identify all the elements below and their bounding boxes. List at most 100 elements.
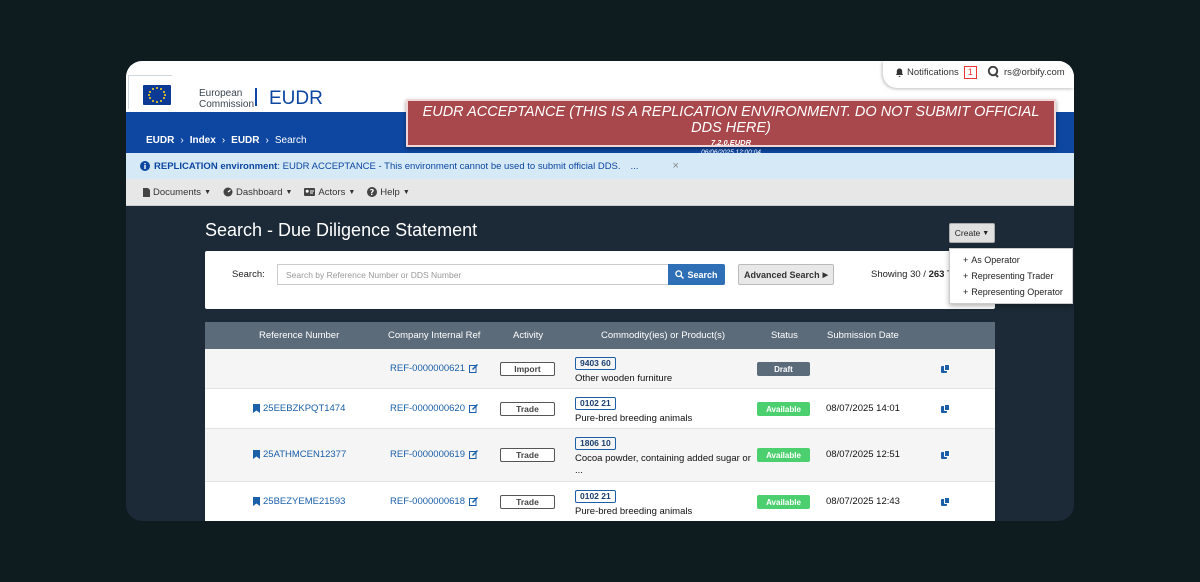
breadcrumb-eudr[interactable]: EUDR <box>146 135 174 146</box>
internal-ref-link[interactable]: REF-0000000620 <box>390 403 478 414</box>
menu-documents[interactable]: Documents ▼ <box>143 187 211 198</box>
user-menu[interactable]: rs@orbify.com <box>987 66 1065 78</box>
table-row[interactable]: 25BEZYEME21593 REF-0000000618 Trade 0102… <box>205 482 995 521</box>
reference-number-link[interactable]: 25BEZYEME21593 <box>253 496 345 507</box>
hs-code-badge: 1806 10 <box>575 437 616 450</box>
user-email: rs@orbify.com <box>1004 66 1065 78</box>
question-icon: ? <box>367 187 378 197</box>
status-badge: Available <box>757 495 810 509</box>
caret-down-icon: ▼ <box>204 188 211 196</box>
create-as-operator[interactable]: + As Operator <box>963 252 1072 268</box>
col-commodities[interactable]: Commodity(ies) or Product(s) <box>601 330 725 341</box>
create-dropdown-menu: + As Operator + Representing Trader + Repre… <box>949 248 1073 304</box>
notifications-label: Notifications <box>907 67 959 78</box>
search-input[interactable]: Search by Reference Number or DDS Number <box>277 264 669 285</box>
breadcrumb-eudr-2[interactable]: EUDR <box>231 135 259 146</box>
bookmark-icon <box>253 404 260 413</box>
create-representing-trader[interactable]: + Representing Trader <box>963 268 1072 284</box>
hs-code-badge: 0102 21 <box>575 490 616 503</box>
copy-icon[interactable] <box>941 450 950 459</box>
plus-icon: + <box>963 271 969 281</box>
document-icon <box>143 187 150 197</box>
caret-right-icon: ▶ <box>822 271 828 279</box>
reference-number: 25BEZYEME21593 <box>263 496 346 507</box>
breadcrumb-current: Search <box>274 135 307 146</box>
chevron-right-icon: › <box>265 135 269 146</box>
menu-help-label: Help <box>380 186 400 198</box>
hs-code-badge: 0102 21 <box>575 397 616 410</box>
copy-icon[interactable] <box>941 364 950 373</box>
edit-icon[interactable] <box>469 450 478 459</box>
results-count-prefix: Showing 30 / <box>871 269 929 280</box>
reference-number-link[interactable]: 25ATHMCEN12377 <box>253 449 346 460</box>
advanced-search-button[interactable]: Advanced Search ▶ <box>738 264 834 285</box>
breadcrumb-index[interactable]: Index <box>190 135 216 146</box>
commodity-cell: 0102 21 Pure-bred breeding animals <box>575 486 751 518</box>
caret-down-icon: ▼ <box>285 188 293 196</box>
menu-dashboard[interactable]: Dashboard ▼ <box>223 187 292 198</box>
info-text: : EUDR ACCEPTANCE - This environment can… <box>277 160 621 172</box>
table-row[interactable]: 25ATHMCEN12377 REF-0000000619 Trade 1806… <box>205 429 995 482</box>
copy-icon[interactable] <box>941 404 950 413</box>
acceptance-version: 7.2.0.EUDR <box>710 138 752 147</box>
copy-icon[interactable] <box>941 497 950 506</box>
col-status[interactable]: Status <box>771 330 798 341</box>
edit-icon[interactable] <box>469 497 478 506</box>
create-representing-operator[interactable]: + Representing Operator <box>963 284 1072 300</box>
commodity-description: Pure-bred breeding animals <box>575 506 693 517</box>
col-submission-date[interactable]: Submission Date <box>827 330 899 341</box>
reference-number: 25ATHMCEN12377 <box>263 449 347 460</box>
chevron-right-icon: › <box>221 135 226 146</box>
create-representing-trader-label: Representing Trader <box>971 271 1054 281</box>
status-badge: Available <box>757 402 810 416</box>
edit-icon[interactable] <box>469 364 478 373</box>
caret-down-icon: ▼ <box>402 188 410 196</box>
bell-icon <box>895 68 904 77</box>
search-label: Search: <box>232 269 265 280</box>
info-more[interactable]: ... <box>631 161 639 172</box>
plus-icon: + <box>963 287 969 297</box>
commodity-cell: 1806 10 Cocoa powder, containing added s… <box>575 433 751 477</box>
col-reference-number[interactable]: Reference Number <box>259 330 339 341</box>
menu-documents-label: Documents <box>153 186 202 198</box>
submission-date: 08/07/2025 12:51 <box>826 449 900 460</box>
create-as-operator-label: As Operator <box>971 255 1020 265</box>
table-header: Reference Number Company Internal Ref Ac… <box>205 322 995 349</box>
menu-actors[interactable]: Actors ▼ <box>304 187 355 198</box>
notifications-link[interactable]: Notifications 1 <box>895 66 977 79</box>
app-name[interactable]: EUDR <box>269 88 323 110</box>
dashboard-icon <box>223 187 233 197</box>
user-icon <box>987 66 999 78</box>
notifications-count-badge: 1 <box>963 66 977 79</box>
commodity-description: Other wooden furniture <box>575 373 673 384</box>
internal-ref-link[interactable]: REF-0000000618 <box>390 496 478 507</box>
table-row[interactable]: REF-0000000621 Import 9403 60 Other wood… <box>205 349 995 389</box>
menu-actors-label: Actors <box>318 186 346 198</box>
app-window: European Commission EUDR Notifications 1… <box>126 61 1074 521</box>
edit-icon[interactable] <box>469 404 478 413</box>
acceptance-banner: EUDR ACCEPTANCE (THIS IS A REPLICATION E… <box>406 99 1056 156</box>
menu-help[interactable]: ? Help ▼ <box>367 186 410 198</box>
reference-number-link[interactable]: 25EEBZKPQT1474 <box>253 403 345 414</box>
internal-ref-link[interactable]: REF-0000000619 <box>390 449 478 460</box>
acceptance-title: EUDR ACCEPTANCE (THIS IS A REPLICATION E… <box>422 104 1040 136</box>
table-row[interactable]: 25EEBZKPQT1474 REF-0000000620 Trade 0102… <box>205 389 995 429</box>
create-button[interactable]: Create ▼ <box>949 223 995 243</box>
activity-badge: Import <box>500 362 555 376</box>
bookmark-icon <box>253 497 260 506</box>
bookmark-icon <box>253 450 260 459</box>
search-button-label: Search <box>687 269 718 280</box>
internal-ref: REF-0000000618 <box>390 496 465 507</box>
close-icon[interactable]: × <box>672 160 678 172</box>
create-representing-operator-label: Representing Operator <box>971 287 1063 297</box>
main-menu: Documents ▼ Dashboard ▼ Actors ▼ ? Help ▼ <box>126 179 1074 206</box>
replication-info-bar: REPLICATION environment: EUDR ACCEPTANCE… <box>126 153 1074 179</box>
col-activity[interactable]: Activity <box>513 330 543 341</box>
col-company-internal-ref[interactable]: Company Internal Ref <box>388 330 480 341</box>
id-card-icon <box>304 188 316 196</box>
search-button[interactable]: Search <box>668 264 725 285</box>
internal-ref: REF-0000000619 <box>390 449 465 460</box>
status-badge: Available <box>757 448 810 462</box>
ec-logo-text[interactable]: European Commission <box>199 88 254 110</box>
internal-ref-link[interactable]: REF-0000000621 <box>390 363 478 374</box>
